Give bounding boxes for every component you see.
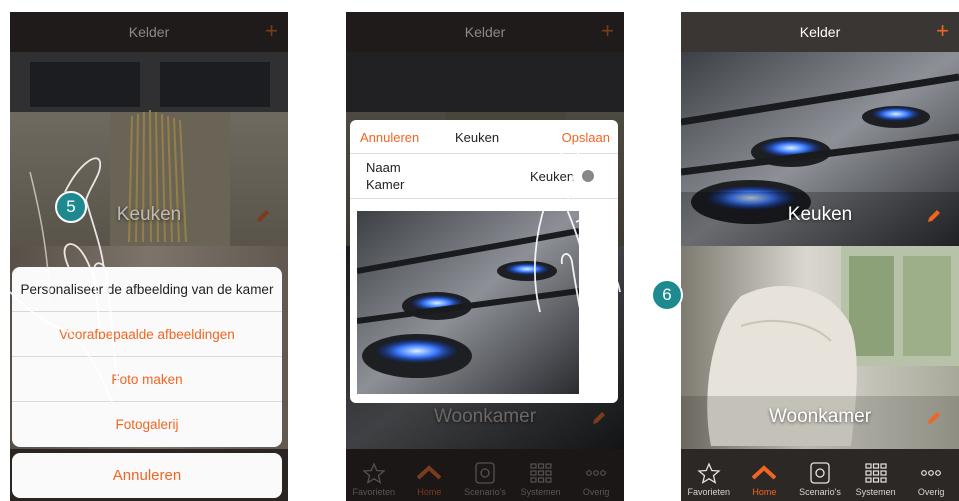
room-name-label-line1: Naam	[366, 160, 401, 175]
edit-pencil-icon[interactable]	[925, 409, 943, 427]
action-sheet: Personaliseer de afbeelding van de kamer…	[12, 267, 282, 447]
add-icon[interactable]: +	[265, 12, 278, 50]
home-icon	[752, 465, 777, 480]
photo-gallery-option[interactable]: Fotogalerij	[12, 402, 282, 447]
edit-room-dialog: Annuleren Keuken Opslaan Naam Kamer Keuk…	[350, 120, 618, 403]
nav-scenarios[interactable]: Scenario's	[792, 449, 848, 501]
dialog-title: Keuken	[455, 130, 500, 145]
page-title: Kelder	[464, 24, 506, 40]
nav-label: Favorieten	[352, 487, 396, 497]
cancel-button[interactable]: Annuleren	[12, 453, 282, 498]
dialog-save-button[interactable]: Opslaan	[562, 130, 610, 145]
clear-field-icon[interactable]	[582, 170, 594, 182]
nav-label: Systemen	[855, 487, 896, 497]
home-icon	[417, 465, 442, 480]
grid-icon	[864, 463, 887, 483]
top-bar: Kelder +	[10, 12, 288, 52]
scenario-icon	[810, 462, 830, 484]
room-name: Keuken	[787, 204, 853, 225]
room-name: Keuken	[116, 204, 182, 225]
room-name-value: Keuken	[530, 169, 575, 184]
edit-pencil-icon	[593, 412, 605, 424]
nav-label: Home	[417, 487, 442, 497]
grid-icon	[529, 463, 552, 483]
room-name: Woonkamer	[768, 406, 872, 427]
more-icon	[586, 470, 607, 476]
nav-home[interactable]: Home	[402, 449, 458, 501]
top-bar: Kelder +	[681, 12, 959, 52]
step-badge: 6	[651, 279, 683, 311]
edit-pencil-icon[interactable]	[254, 207, 272, 225]
add-icon[interactable]: +	[601, 12, 614, 50]
page-title: Kelder	[128, 24, 170, 40]
nav-scenarios[interactable]: Scenario's	[457, 449, 513, 501]
nav-label: Scenario's	[464, 487, 506, 497]
star-icon	[362, 462, 386, 484]
predefined-images-option[interactable]: Voorafbepaalde afbeeldingen	[12, 312, 282, 357]
nav-label: Scenario's	[799, 487, 841, 497]
phone-screen-1: Kelder + Keuken Personaliseer de afbeeld…	[10, 12, 288, 501]
add-icon[interactable]: +	[936, 12, 949, 50]
nav-label: Home	[752, 487, 777, 497]
room-name: Woonkamer	[433, 406, 537, 427]
dialog-header: Annuleren Keuken Opslaan	[350, 120, 618, 154]
nav-systemen[interactable]: Systemen	[848, 449, 904, 501]
take-photo-option[interactable]: Foto maken	[12, 357, 282, 402]
scenario-icon	[475, 462, 495, 484]
nav-label: Favorieten	[687, 487, 731, 497]
room-tile-woonkamer[interactable]: Woonkamer	[681, 246, 959, 449]
nav-label: Overig	[917, 487, 945, 497]
more-icon	[921, 470, 942, 476]
nav-label: Systemen	[520, 487, 561, 497]
nav-overig[interactable]: Overig	[568, 449, 624, 501]
bottom-navigation: Favorieten Home Scenario's Systemen Over…	[346, 449, 624, 501]
action-sheet-title: Personaliseer de afbeelding van de kamer	[12, 267, 282, 312]
phone-screen-2: Kelder + Woonkamer Annuleren Keuken Opsl…	[346, 12, 624, 501]
bottom-navigation: Favorieten Home Scenario's Systemen Over…	[681, 449, 959, 501]
edit-pencil-icon[interactable]	[925, 207, 943, 225]
room-tile-keuken[interactable]: Keuken	[10, 52, 288, 246]
nav-home[interactable]: Home	[737, 449, 793, 501]
room-name-label-line2: Kamer	[366, 177, 405, 192]
star-icon	[697, 462, 721, 484]
step-badge: 5	[55, 191, 87, 223]
nav-overig[interactable]: Overig	[903, 449, 959, 501]
top-bar: Kelder +	[346, 12, 624, 52]
nav-label: Overig	[582, 487, 610, 497]
room-name-row[interactable]: Naam Kamer Keuken	[350, 154, 618, 199]
nav-favorieten[interactable]: Favorieten	[346, 449, 402, 501]
dialog-cancel-button[interactable]: Annuleren	[360, 130, 419, 145]
phone-screen-3: Kelder + Keuken Woonkamer Favorieten Hom…	[681, 12, 959, 501]
page-title: Kelder	[799, 24, 841, 40]
stove-image	[357, 211, 579, 394]
room-image-preview[interactable]	[357, 211, 579, 394]
room-tile-keuken[interactable]: Keuken	[681, 52, 959, 246]
nav-favorieten[interactable]: Favorieten	[681, 449, 737, 501]
nav-systemen[interactable]: Systemen	[513, 449, 569, 501]
